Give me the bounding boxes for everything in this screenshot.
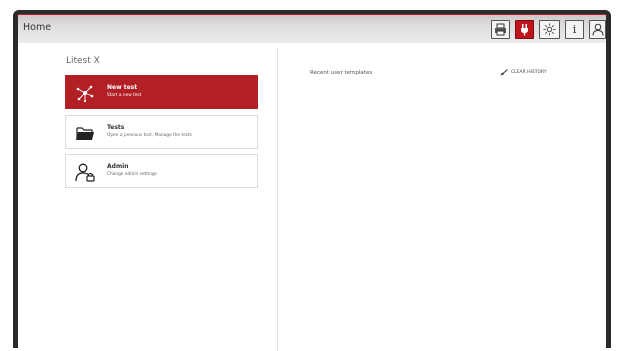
user-icon	[592, 23, 603, 36]
brightness-icon	[543, 23, 556, 36]
top-bar: Home i	[18, 14, 606, 43]
admin-user-icon	[75, 163, 95, 182]
print-icon	[495, 23, 506, 36]
clear-history-button[interactable]: CLEAR HISTORY	[500, 69, 547, 76]
menu-item-subtitle: Start a new test	[107, 93, 142, 98]
app-title: Litest X	[66, 56, 100, 66]
broom-icon	[500, 69, 508, 76]
info-icon: i	[572, 23, 577, 36]
panel-divider	[277, 48, 278, 351]
recent-templates-title: Recent user templates	[310, 70, 373, 76]
menu-item-tests[interactable]: Tests Open a previous test, Manage the t…	[65, 115, 258, 149]
app-screen: Home i Litest X New test Start a new tes…	[18, 14, 606, 351]
menu-item-subtitle: Open a previous test, Manage the tests	[107, 133, 192, 138]
menu-item-subtitle: Change admin settings	[107, 172, 157, 177]
menu-item-title: Tests	[107, 124, 125, 131]
folder-open-icon	[76, 127, 94, 140]
plug-icon	[521, 24, 528, 36]
menu-item-title: Admin	[107, 163, 129, 170]
clear-history-label: CLEAR HISTORY	[511, 70, 547, 75]
print-button[interactable]	[491, 20, 510, 39]
network-icon	[76, 85, 94, 103]
brightness-button[interactable]	[539, 20, 560, 39]
menu-item-admin[interactable]: Admin Change admin settings	[65, 154, 258, 188]
power-button[interactable]	[515, 20, 534, 39]
menu-item-new-test[interactable]: New test Start a new test	[65, 75, 258, 109]
page-title: Home	[23, 22, 52, 33]
info-button[interactable]: i	[565, 20, 584, 39]
user-button[interactable]	[589, 20, 606, 39]
menu-item-title: New test	[107, 84, 138, 91]
